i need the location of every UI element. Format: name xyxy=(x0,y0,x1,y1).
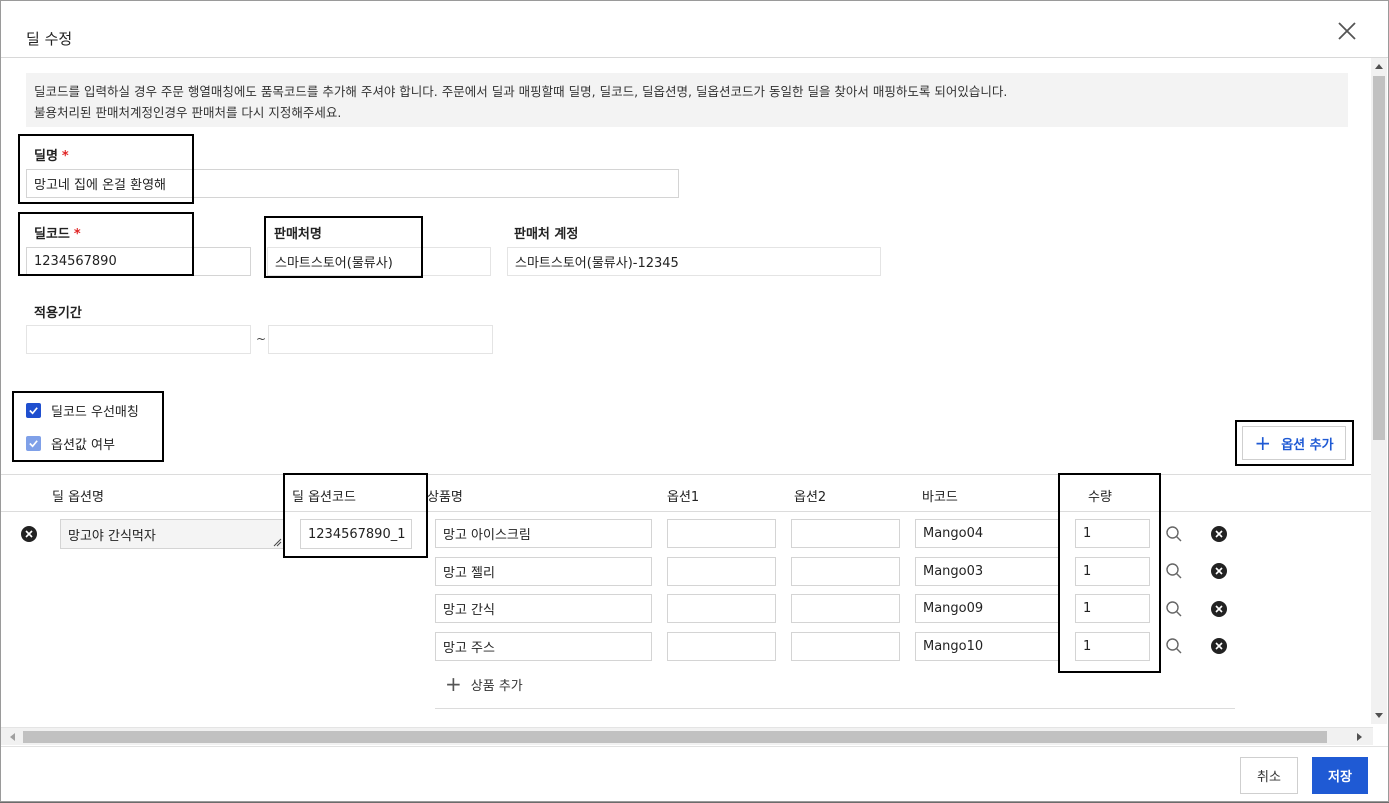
notice-line-1: 딜코드를 입력하실 경우 주문 행열매칭에도 품목코드를 추가해 주셔야 합니다… xyxy=(34,84,1008,99)
required-mark: * xyxy=(61,149,69,164)
product-name-input[interactable]: 망고 주스 xyxy=(435,632,652,661)
product-option2-input[interactable] xyxy=(791,557,900,586)
option-code-input[interactable]: 1234567890_1 xyxy=(300,519,412,549)
option-name-textarea[interactable]: 망고야 간식먹자 xyxy=(60,519,284,549)
remove-circle-icon xyxy=(1211,638,1227,654)
seller-name-field[interactable]: 스마트스토어(물류사) xyxy=(267,247,491,276)
notice-line-2: 불용처리된 판매처계정인경우 판매처를 다시 지정해주세요. xyxy=(34,105,342,120)
product-option1-input[interactable] xyxy=(667,594,776,623)
header-quantity: 수량 xyxy=(1088,490,1112,505)
product-option1-input[interactable] xyxy=(667,557,776,586)
remove-circle-icon xyxy=(21,526,37,542)
product-quantity-input[interactable]: 1 xyxy=(1075,594,1150,623)
product-option2-input[interactable] xyxy=(791,519,900,548)
close-button[interactable] xyxy=(1332,16,1362,46)
vertical-scroll-thumb[interactable] xyxy=(1373,76,1385,440)
product-search-button[interactable] xyxy=(1165,525,1183,543)
dialog-body[interactable]: 딜코드를 입력하실 경우 주문 행열매칭에도 품목코드를 추가해 주셔야 합니다… xyxy=(1,58,1373,724)
close-icon xyxy=(1338,22,1356,40)
plus-icon: + xyxy=(445,672,462,696)
product-name-input[interactable]: 망고 아이스크림 xyxy=(435,519,652,548)
header-product-name: 상품명 xyxy=(427,490,463,505)
resize-grip-icon[interactable] xyxy=(273,538,282,547)
scroll-up-arrow-icon[interactable] xyxy=(1375,64,1383,69)
period-label: 적용기간 xyxy=(34,306,82,321)
search-icon xyxy=(1166,638,1182,654)
priority-match-checkbox[interactable] xyxy=(26,403,41,418)
product-name-input[interactable]: 망고 간식 xyxy=(435,594,652,623)
dialog-title: 딜 수정 xyxy=(26,30,73,48)
remove-product-button[interactable] xyxy=(1211,526,1227,542)
remove-circle-icon xyxy=(1211,526,1227,542)
add-option-label: 옵션 추가 xyxy=(1281,437,1334,453)
option-value-label: 옵션값 여부 xyxy=(51,438,115,453)
plus-icon: + xyxy=(1254,431,1272,455)
add-option-button[interactable]: + 옵션 추가 xyxy=(1242,426,1346,460)
search-icon xyxy=(1166,601,1182,617)
horizontal-scroll-thumb[interactable] xyxy=(23,731,1327,743)
header-option2: 옵션2 xyxy=(794,490,827,505)
product-option2-input[interactable] xyxy=(791,594,900,623)
seller-account-label: 판매처 계정 xyxy=(514,227,579,242)
product-quantity-input[interactable]: 1 xyxy=(1075,519,1150,548)
period-separator: ~ xyxy=(256,332,267,346)
remove-product-button[interactable] xyxy=(1211,601,1227,617)
scroll-down-arrow-icon[interactable] xyxy=(1375,713,1383,718)
remove-product-button[interactable] xyxy=(1211,563,1227,579)
product-quantity-input[interactable]: 1 xyxy=(1075,557,1150,586)
check-icon xyxy=(29,440,38,448)
remove-option-button[interactable] xyxy=(21,526,37,542)
product-search-button[interactable] xyxy=(1165,600,1183,618)
scroll-right-arrow-icon[interactable] xyxy=(1357,733,1362,741)
product-search-button[interactable] xyxy=(1165,562,1183,580)
product-barcode-input[interactable]: Mango04 xyxy=(915,519,1060,548)
period-start-input[interactable] xyxy=(26,325,251,354)
option-table-header: 딜 옵션명 딜 옵션코드 상품명 옵션1 옵션2 바코드 수량 xyxy=(1,474,1373,512)
scroll-left-arrow-icon[interactable] xyxy=(10,733,15,741)
seller-name-label: 판매처명 xyxy=(274,227,322,242)
header-barcode: 바코드 xyxy=(922,490,958,505)
option-value-checkbox[interactable] xyxy=(26,436,41,451)
dialog-footer: 취소 저장 xyxy=(1,746,1388,803)
option-value-checkbox-row[interactable]: 옵션값 여부 xyxy=(26,434,115,453)
vertical-scrollbar[interactable] xyxy=(1371,58,1387,724)
priority-match-label: 딜코드 우선매칭 xyxy=(51,405,139,420)
horizontal-scrollbar[interactable] xyxy=(1,727,1373,745)
header-option1: 옵션1 xyxy=(667,490,700,505)
edit-deal-dialog: 딜 수정 딜코드를 입력하실 경우 주문 행열매칭에도 품목코드를 추가해 주셔… xyxy=(0,0,1389,802)
product-barcode-input[interactable]: Mango03 xyxy=(915,557,1060,586)
cancel-button[interactable]: 취소 xyxy=(1240,757,1298,794)
add-product-button[interactable]: + 상품 추가 xyxy=(445,674,523,694)
remove-circle-icon xyxy=(1211,601,1227,617)
search-icon xyxy=(1166,563,1182,579)
product-barcode-input[interactable]: Mango10 xyxy=(915,632,1060,661)
deal-code-label: 딜코드 * xyxy=(34,227,81,242)
product-barcode-input[interactable]: Mango09 xyxy=(915,594,1060,623)
remove-product-button[interactable] xyxy=(1211,638,1227,654)
required-mark: * xyxy=(73,227,81,242)
check-icon xyxy=(29,407,38,415)
seller-account-field[interactable]: 스마트스토어(물류사)-12345 xyxy=(507,247,881,276)
priority-match-checkbox-row[interactable]: 딜코드 우선매칭 xyxy=(26,401,139,420)
notice-box: 딜코드를 입력하실 경우 주문 행열매칭에도 품목코드를 추가해 주셔야 합니다… xyxy=(26,73,1348,127)
deal-code-input[interactable]: 1234567890 xyxy=(26,247,251,276)
header-option-code: 딜 옵션코드 xyxy=(292,490,356,505)
deal-name-label: 딜명 * xyxy=(34,149,69,164)
period-end-input[interactable] xyxy=(268,325,493,354)
product-option1-input[interactable] xyxy=(667,519,776,548)
add-product-label: 상품 추가 xyxy=(470,678,523,694)
remove-circle-icon xyxy=(1211,563,1227,579)
product-name-input[interactable]: 망고 젤리 xyxy=(435,557,652,586)
product-search-button[interactable] xyxy=(1165,637,1183,655)
product-divider xyxy=(435,708,1235,709)
search-icon xyxy=(1166,526,1182,542)
dialog-header: 딜 수정 xyxy=(1,1,1388,58)
product-quantity-input[interactable]: 1 xyxy=(1075,632,1150,661)
product-option2-input[interactable] xyxy=(791,632,900,661)
save-button[interactable]: 저장 xyxy=(1312,757,1368,794)
product-option1-input[interactable] xyxy=(667,632,776,661)
option-name-value: 망고야 간식먹자 xyxy=(68,528,156,544)
deal-name-input[interactable]: 망고네 집에 온걸 환영해 xyxy=(26,169,679,198)
header-option-name: 딜 옵션명 xyxy=(52,490,104,505)
